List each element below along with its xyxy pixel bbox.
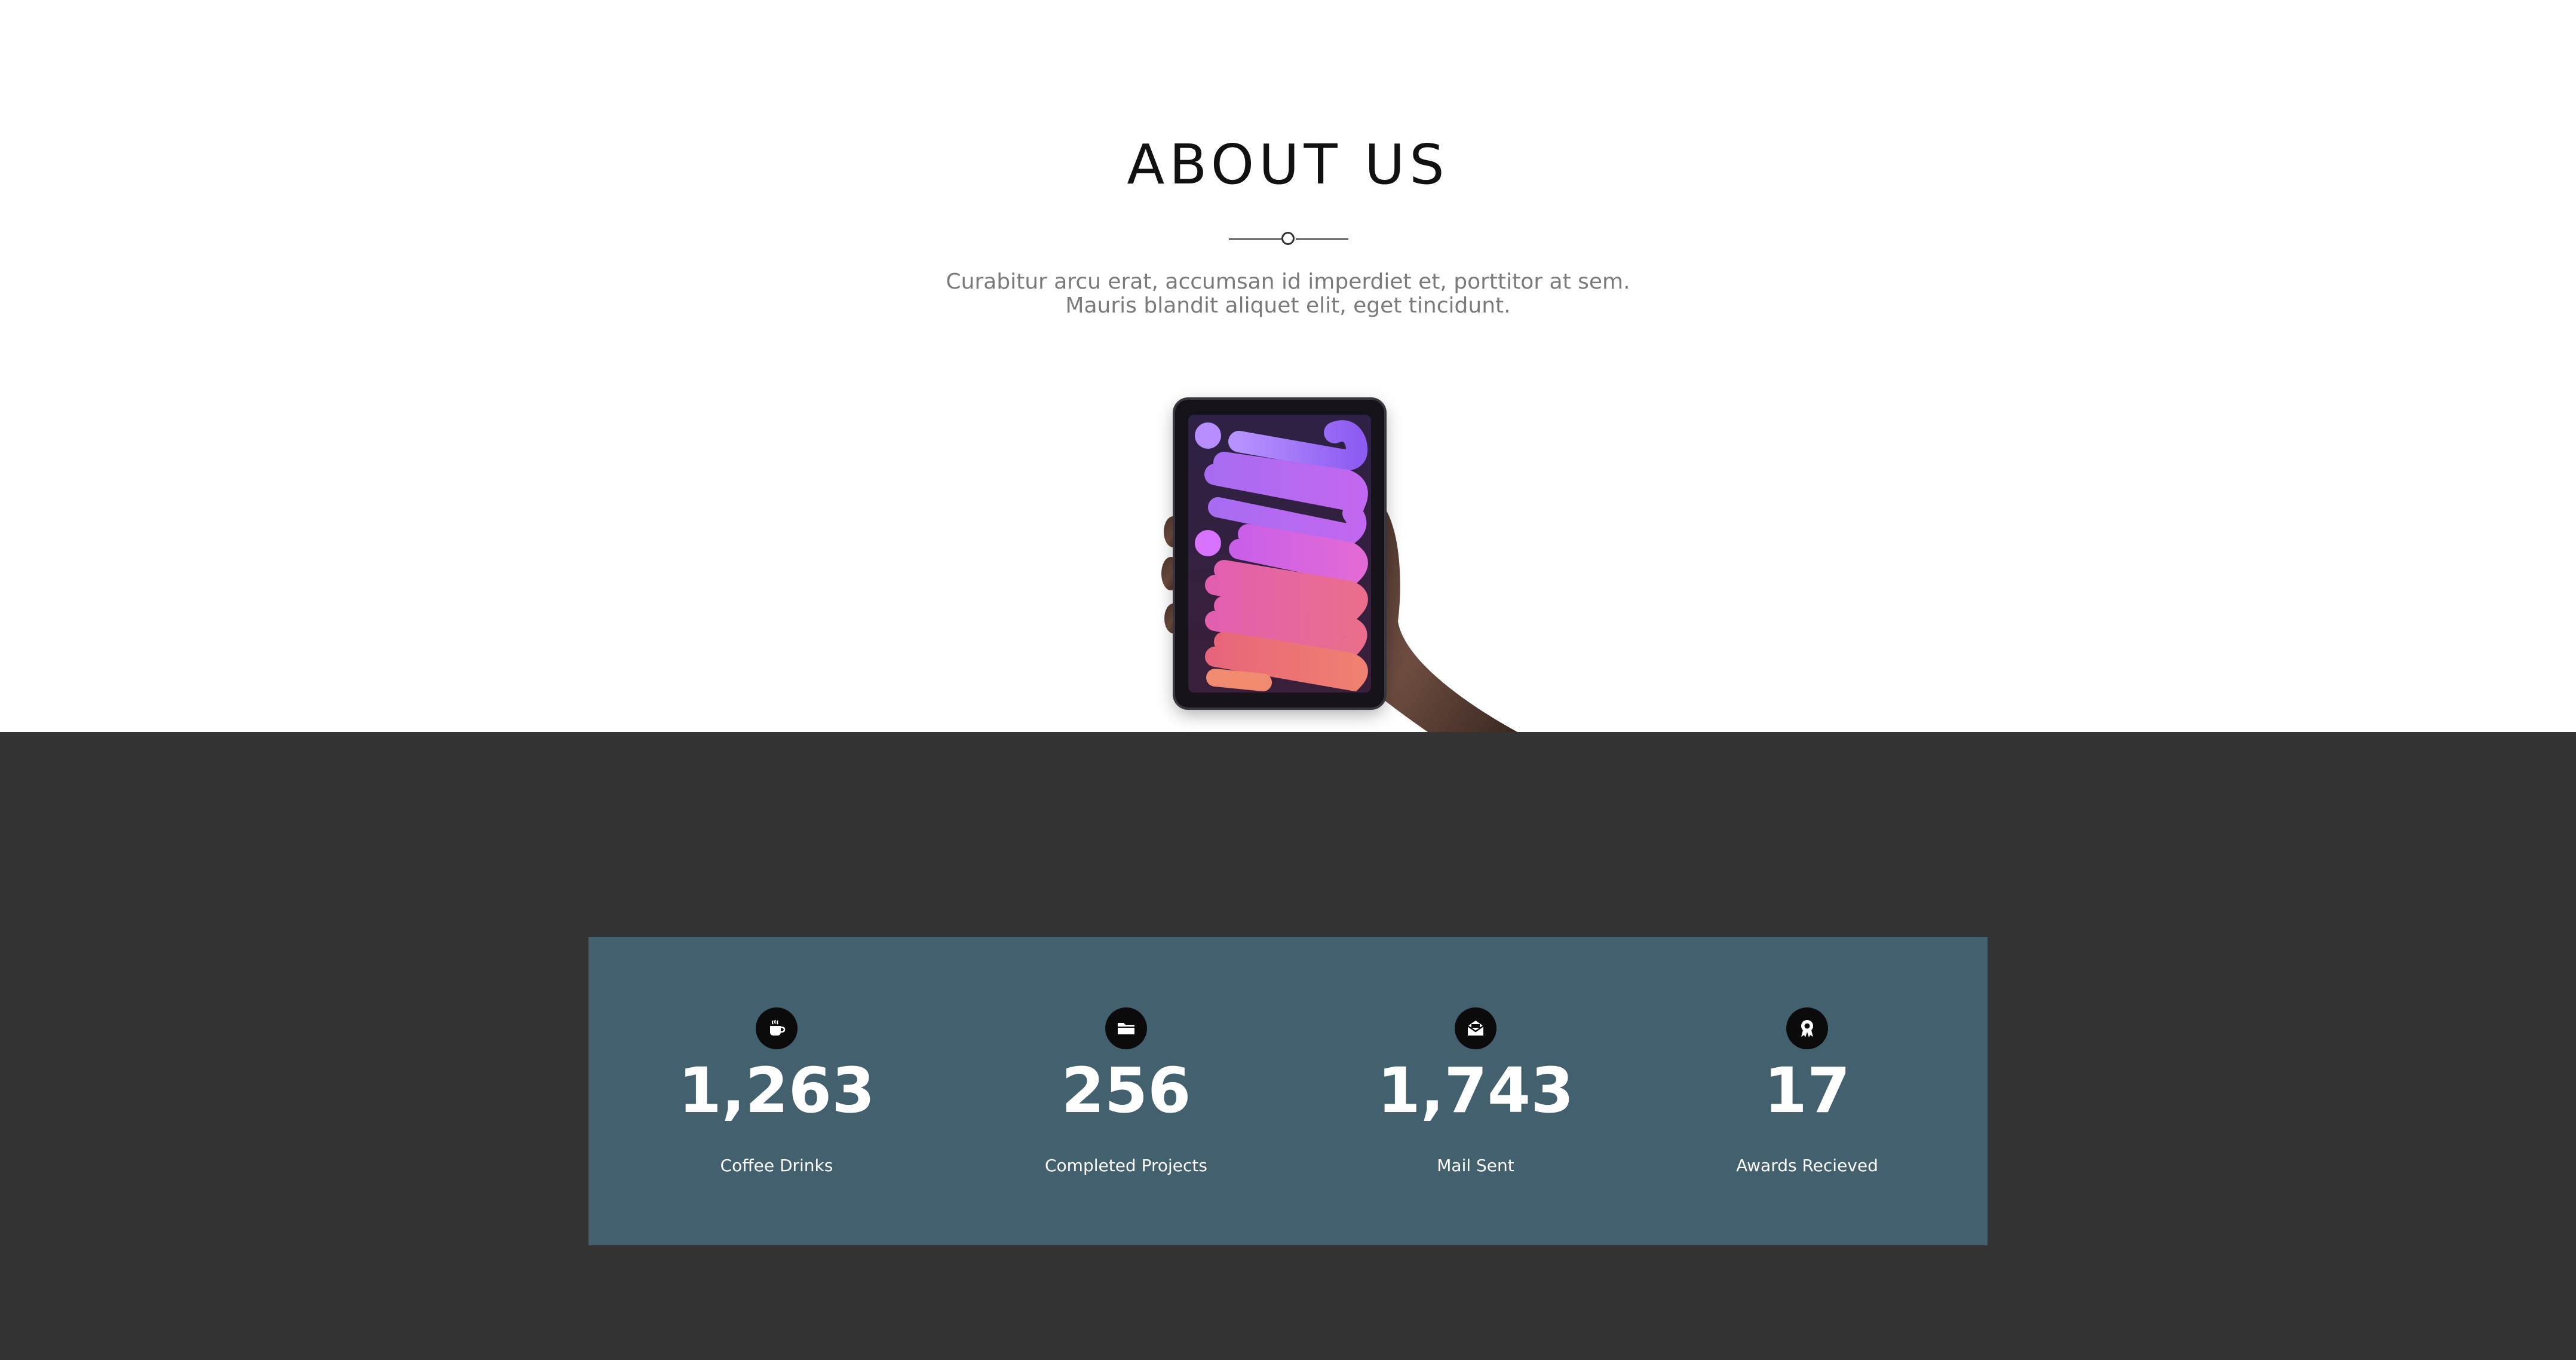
about-description: Curabitur arcu erat, accumsan id imperdi… (0, 270, 2576, 318)
stat-label: Awards Recieved (1736, 1156, 1878, 1175)
about-section: ABOUT US Curabitur arcu erat, accumsan i… (0, 0, 2576, 732)
stat-mail-sent: 1,743 Mail Sent (1308, 937, 1643, 1245)
title-divider (1229, 232, 1348, 245)
mail-icon (1455, 1007, 1496, 1049)
award-icon (1786, 1007, 1828, 1049)
tablet-wallpaper (1188, 415, 1371, 693)
stat-value: 1,263 (678, 1054, 875, 1127)
section-title: ABOUT US (1127, 133, 1449, 197)
stat-label: Coffee Drinks (720, 1156, 833, 1175)
tablet-screen (1188, 415, 1371, 693)
tablet-device (1175, 400, 1384, 707)
stat-value: 17 (1764, 1054, 1851, 1127)
hand-holding-tablet-image (1147, 394, 1529, 732)
stats-panel: 1,263 Coffee Drinks 256 Completed Projec… (588, 937, 1988, 1245)
stat-completed-projects: 256 Completed Projects (959, 937, 1293, 1245)
stat-label: Mail Sent (1437, 1156, 1514, 1175)
stat-label: Completed Projects (1044, 1156, 1207, 1175)
about-description-line-2: Mauris blandit aliquet elit, eget tincid… (1065, 293, 1511, 318)
about-description-line-1: Curabitur arcu erat, accumsan id imperdi… (946, 269, 1630, 294)
stat-value: 256 (1061, 1054, 1191, 1127)
coffee-icon (756, 1007, 798, 1049)
stat-value: 1,743 (1377, 1054, 1574, 1127)
folder-icon (1105, 1007, 1147, 1049)
divider-line-right (1296, 238, 1348, 240)
divider-dot (1281, 232, 1295, 245)
stat-coffee-drinks: 1,263 Coffee Drinks (609, 937, 944, 1245)
stats-section: 1,263 Coffee Drinks 256 Completed Projec… (0, 732, 2576, 1360)
divider-line-left (1229, 238, 1281, 240)
stat-awards-received: 17 Awards Recieved (1640, 937, 1974, 1245)
